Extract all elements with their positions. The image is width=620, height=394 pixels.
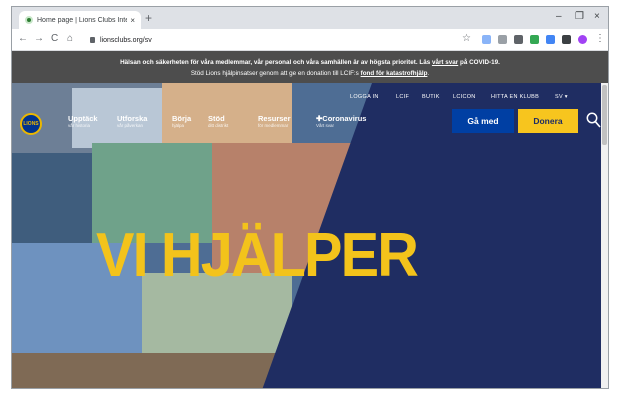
tab-title: Home page | Lions Clubs Internat xyxy=(37,16,127,24)
extensions-puzzle-icon[interactable] xyxy=(562,35,571,44)
extension-icon[interactable] xyxy=(482,35,491,44)
tab-bar: Home page | Lions Clubs Internat × + – ❐… xyxy=(12,7,608,29)
minimize-button[interactable]: – xyxy=(556,11,562,22)
reload-button[interactable]: C xyxy=(51,33,58,45)
lcicon-link[interactable]: LCICON xyxy=(453,94,476,100)
browser-menu-icon[interactable]: ⋮ xyxy=(595,33,605,45)
extension-icon[interactable] xyxy=(514,35,523,44)
hero-photo-mascot xyxy=(12,353,292,388)
notice-line-2: Stöd Lions hjälpinsatser genom att ge en… xyxy=(190,70,430,77)
tab-close-icon[interactable]: × xyxy=(130,16,135,25)
close-window-button[interactable]: × xyxy=(594,11,600,22)
address-bar-row: ← → C ⌂ lionsclubs.org/sv ☆ ⋮ xyxy=(12,29,608,51)
nav-item-utforska[interactable]: Utforska vår påverkan xyxy=(117,114,147,128)
donate-button[interactable]: Donera xyxy=(518,109,578,133)
notice-line-1: Hälsan och säkerheten för våra medlemmar… xyxy=(120,59,500,66)
nav-item-stod[interactable]: Stöd ditt distrikt xyxy=(208,114,228,128)
search-icon[interactable] xyxy=(586,112,601,129)
profile-avatar[interactable] xyxy=(578,35,587,44)
hero-photo-portrait xyxy=(162,83,292,143)
home-button[interactable]: ⌂ xyxy=(67,33,73,45)
nav-item-borja[interactable]: Börja hjälpa xyxy=(172,114,191,128)
nav-item-resurser[interactable]: Resurser för medlemmar xyxy=(258,114,291,128)
lions-favicon-icon xyxy=(25,16,33,24)
find-club-link[interactable]: HITTA EN KLUBB xyxy=(491,94,539,100)
extension-icon[interactable] xyxy=(530,35,539,44)
back-button[interactable]: ← xyxy=(18,33,28,45)
lock-icon xyxy=(90,37,95,43)
bookmark-star-icon[interactable]: ☆ xyxy=(462,33,471,45)
browser-tab[interactable]: Home page | Lions Clubs Internat × xyxy=(19,11,141,29)
join-button[interactable]: Gå med xyxy=(452,109,514,133)
lcif-link[interactable]: LCIF xyxy=(396,94,409,100)
url-field[interactable]: lionsclubs.org/sv xyxy=(90,33,470,47)
extension-icon[interactable] xyxy=(498,35,507,44)
shop-link[interactable]: BUTIK xyxy=(422,94,440,100)
url-text: lionsclubs.org/sv xyxy=(100,36,152,44)
hero-photo-volunteer xyxy=(12,153,92,243)
maximize-button[interactable]: ❐ xyxy=(575,11,584,22)
scrollbar-thumb[interactable] xyxy=(602,85,607,145)
language-selector[interactable]: SV ▾ xyxy=(555,94,568,100)
disaster-fund-link[interactable]: fond för katastrofhjälp xyxy=(361,70,428,77)
extension-icon[interactable] xyxy=(546,35,555,44)
nav-item-upptack[interactable]: Upptäck vår historia xyxy=(68,114,98,128)
nav-item-coronavirus[interactable]: ✚Coronavirus Vårt svar xyxy=(316,114,366,128)
page-scrollbar[interactable] xyxy=(601,83,608,388)
forward-button[interactable]: → xyxy=(34,33,44,45)
lions-logo[interactable]: LIONS xyxy=(20,113,42,135)
browser-window: Home page | Lions Clubs Internat × + – ❐… xyxy=(11,6,609,389)
covid-notice-banner: Hälsan och säkerheten för våra medlemmar… xyxy=(12,51,608,83)
new-tab-button[interactable]: + xyxy=(145,12,152,24)
covid-response-link[interactable]: vårt svar xyxy=(432,59,458,66)
hero-headline: VI HJÄLPER xyxy=(96,221,419,290)
login-link[interactable]: LOGGA IN xyxy=(350,94,379,100)
hero-section: LIONS Upptäck vår historia Utforska vår på… xyxy=(12,83,608,388)
